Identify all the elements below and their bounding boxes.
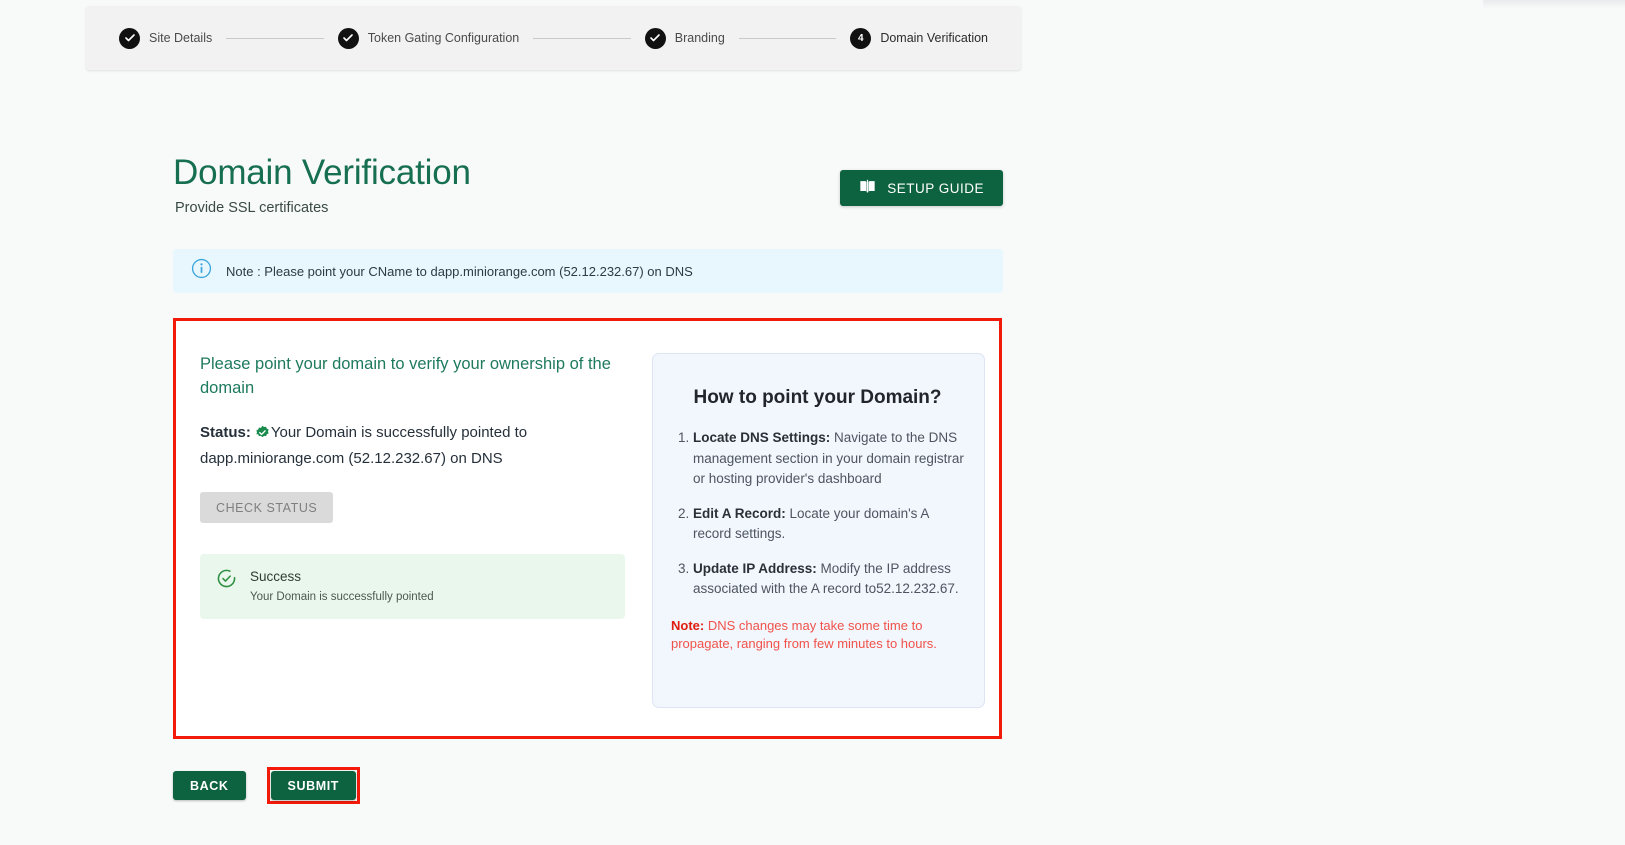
cname-note-text: Note : Please point your CName to dapp.m… [226, 263, 693, 279]
wizard-stepper: Site Details Token Gating Configuration … [86, 6, 1021, 70]
check-icon [337, 27, 359, 49]
list-item: Update IP Address: Modify the IP address… [693, 559, 964, 600]
verification-status-pane: Please point your domain to verify your … [200, 353, 630, 736]
domain-status-line: Status: Your Domain is successfully point… [200, 421, 630, 471]
check-circle-icon [216, 568, 237, 603]
success-alert: Success Your Domain is successfully poin… [200, 554, 625, 620]
dns-note-label: Note: [671, 617, 705, 633]
back-button[interactable]: BACK [173, 771, 246, 800]
submit-button-highlight: SUBMIT [266, 767, 361, 804]
success-alert-body: Success Your Domain is successfully poin… [250, 568, 434, 603]
success-alert-description: Your Domain is successfully pointed [250, 591, 434, 604]
page-title: Domain Verification [173, 153, 471, 192]
setup-guide-button[interactable]: SETUP GUIDE [840, 170, 1003, 206]
check-status-button[interactable]: CHECK STATUS [200, 492, 334, 524]
list-item: Edit A Record: Locate your domain's A re… [693, 504, 964, 545]
check-icon [644, 27, 666, 49]
submit-button[interactable]: SUBMIT [270, 771, 357, 800]
cname-note-banner: Note : Please point your CName to dapp.m… [173, 249, 1003, 293]
top-edge-artifact [1483, 0, 1625, 9]
status-label: Status: [200, 423, 251, 441]
how-to-panel: How to point your Domain? Locate DNS Set… [652, 353, 985, 708]
setup-guide-label: SETUP GUIDE [887, 180, 984, 196]
how-to-panel-title: How to point your Domain? [693, 387, 942, 408]
stepper-label-branding: Branding [674, 31, 725, 45]
step-number-badge: 4 [850, 27, 872, 49]
stepper-step-site-details[interactable]: Site Details [119, 27, 213, 49]
stepper-connector-2 [533, 37, 631, 39]
howto-term-2: Edit A Record: [693, 505, 786, 521]
stepper-step-token-gating[interactable]: Token Gating Configuration [337, 27, 520, 49]
domain-verification-card: Please point your domain to verify your … [173, 318, 1002, 739]
stepper-label-domain-verification: Domain Verification [880, 31, 989, 45]
howto-term-3: Update IP Address: [693, 560, 817, 576]
page-title-block: Domain Verification Provide SSL certific… [173, 152, 471, 216]
page-subtitle: Provide SSL certificates [175, 200, 329, 217]
book-icon [859, 179, 876, 197]
page-header: Domain Verification Provide SSL certific… [173, 152, 1003, 216]
verification-instruction-heading: Please point your domain to verify your … [200, 355, 611, 397]
dns-propagation-note: Note: DNS changes may take some time to … [671, 617, 964, 654]
dns-note-text: DNS changes may take some time to propag… [671, 617, 937, 652]
stepper-connector-1 [226, 37, 324, 39]
success-alert-title: Success [250, 569, 302, 585]
check-icon [119, 27, 140, 49]
how-to-steps-list: Locate DNS Settings: Navigate to the DNS… [671, 428, 964, 600]
stepper-label-site-details: Site Details [149, 31, 213, 45]
stepper-connector-3 [738, 37, 837, 39]
info-icon [191, 258, 212, 284]
list-item: Locate DNS Settings: Navigate to the DNS… [693, 428, 964, 490]
stepper-step-branding[interactable]: Branding [644, 27, 725, 49]
verified-badge-icon [255, 424, 270, 447]
howto-term-1: Locate DNS Settings: [693, 430, 831, 445]
wizard-footer: BACK SUBMIT [173, 767, 361, 804]
stepper-step-domain-verification[interactable]: 4 Domain Verification [850, 27, 989, 49]
stepper-label-token-gating: Token Gating Configuration [367, 31, 520, 45]
